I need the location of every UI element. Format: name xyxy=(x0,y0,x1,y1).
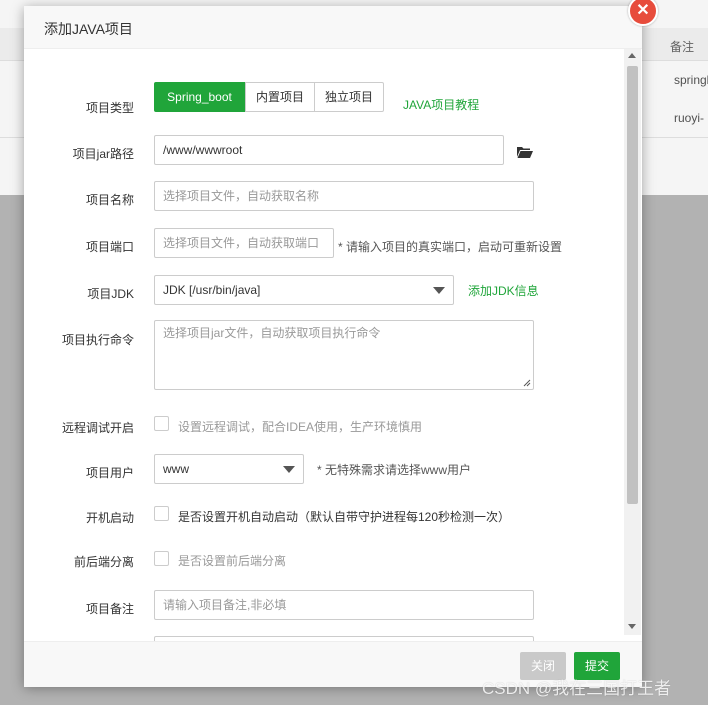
separation-text: 是否设置前后端分离 xyxy=(178,554,287,568)
project-user-label: 项目用户 xyxy=(85,466,134,480)
port-hint: * 请输入项目的真实端口，启动可重新设置 xyxy=(338,240,563,254)
scroll-thumb[interactable] xyxy=(627,66,638,504)
remote-debug-text: 设置远程调试，配合IDEA使用，生产环境慎用 xyxy=(178,420,423,434)
user-select[interactable]: www xyxy=(154,454,304,484)
type-option-builtin[interactable]: 内置项目 xyxy=(245,82,315,112)
remark-label: 项目备注 xyxy=(85,602,134,616)
add-jdk-link[interactable]: 添加JDK信息 xyxy=(468,282,539,299)
jdk-select[interactable]: JDK [/usr/bin/java] xyxy=(154,275,454,305)
scroll-up-icon[interactable] xyxy=(628,53,636,58)
project-type-label: 项目类型 xyxy=(85,101,134,115)
user-select-value: www xyxy=(163,462,189,476)
remark-input[interactable]: 请输入项目备注,非必填 xyxy=(154,590,534,620)
command-label: 项目执行命令 xyxy=(61,333,134,347)
autostart-checkbox[interactable] xyxy=(154,506,169,521)
dialog-title-bar: 添加JAVA项目 xyxy=(24,6,642,49)
jar-path-input[interactable]: /www/wwwroot xyxy=(154,135,504,165)
folder-open-icon[interactable] xyxy=(517,146,533,158)
project-port-label: 项目端口 xyxy=(85,240,134,254)
scroll-down-icon[interactable] xyxy=(628,624,636,629)
separation-checkbox[interactable] xyxy=(154,551,169,566)
watermark-text: CSDN @我在三国打王者 xyxy=(482,679,672,698)
chevron-down-icon xyxy=(283,466,295,473)
command-placeholder: 选择项目jar文件，自动获取项目执行命令 xyxy=(163,326,381,340)
autostart-text: 是否设置开机自动启动（默认自带守护进程每120秒检测一次） xyxy=(178,510,511,524)
jar-path-label: 项目jar路径 xyxy=(72,147,134,161)
jdk-select-value: JDK [/usr/bin/java] xyxy=(163,283,261,297)
project-name-input[interactable]: 选择项目文件，自动获取名称 xyxy=(154,181,534,211)
command-textarea[interactable]: 选择项目jar文件，自动获取项目执行命令 xyxy=(154,320,534,390)
remote-debug-checkbox[interactable] xyxy=(154,416,169,431)
java-tutorial-link[interactable]: JAVA项目教程 xyxy=(403,96,479,113)
dialog-scrollbar[interactable] xyxy=(624,49,641,635)
autostart-label: 开机启动 xyxy=(85,511,134,525)
chevron-down-icon xyxy=(433,287,445,294)
add-java-project-dialog: 添加JAVA项目 项目类型 Spring_boot 内置项目 独立项目 JAVA… xyxy=(24,6,642,687)
type-option-spring-boot[interactable]: Spring_boot xyxy=(154,82,245,112)
dialog-form: 项目类型 Spring_boot 内置项目 独立项目 JAVA项目教程 项目ja… xyxy=(24,49,622,641)
project-port-input[interactable]: 选择项目文件，自动获取端口 xyxy=(154,228,334,258)
separation-label: 前后端分离 xyxy=(73,555,134,569)
user-hint: * 无特殊需求请选择www用户 xyxy=(317,463,472,477)
remote-debug-label: 远程调试开启 xyxy=(61,421,134,435)
dialog-title: 添加JAVA项目 xyxy=(44,21,133,37)
resize-handle-icon[interactable] xyxy=(523,379,531,387)
type-option-standalone[interactable]: 独立项目 xyxy=(314,82,384,112)
project-name-label: 项目名称 xyxy=(85,193,134,207)
project-jdk-label: 项目JDK xyxy=(87,287,134,301)
